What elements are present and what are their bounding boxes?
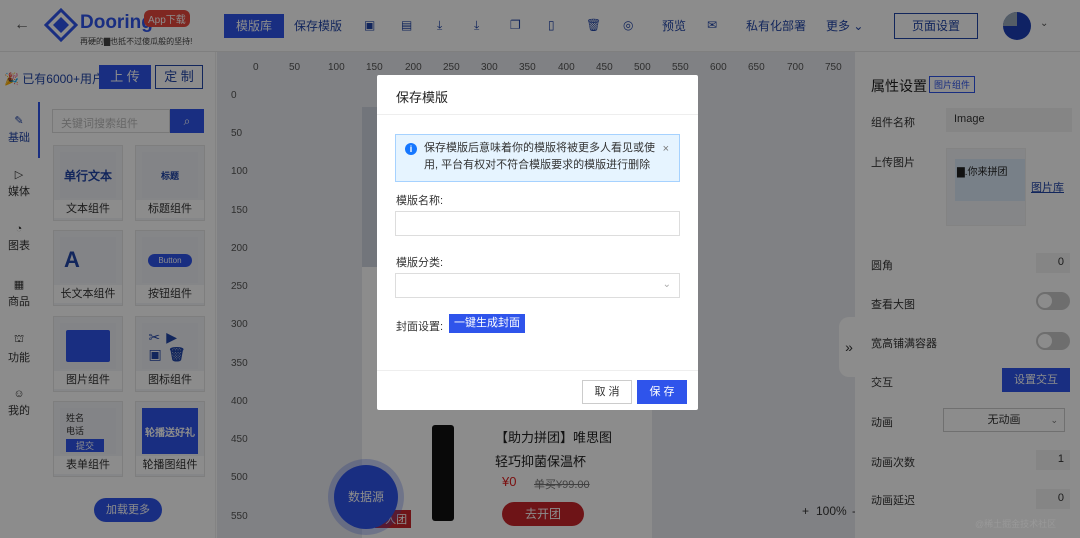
- info-alert: i 保存模版后意味着你的模版将被更多人看见或使用, 平台有权对不符合模版要求的模…: [395, 134, 680, 182]
- save-template-modal: 保存模版 i 保存模版后意味着你的模版将被更多人看见或使用, 平台有权对不符合模…: [377, 75, 698, 410]
- watermark: @稀土掘金技术社区: [975, 519, 1057, 529]
- cancel-button[interactable]: 取 消: [582, 380, 632, 404]
- template-name-label: 模版名称:: [396, 195, 444, 207]
- template-category-label: 模版分类:: [396, 257, 444, 269]
- cover-settings-label: 封面设置:: [396, 321, 444, 333]
- modal-title: 保存模版: [396, 90, 449, 105]
- chevron-down-icon: ⌄: [662, 279, 671, 290]
- save-button[interactable]: 保 存: [637, 380, 687, 404]
- template-category-select[interactable]: ⌄: [395, 273, 680, 298]
- template-name-input[interactable]: [395, 211, 680, 236]
- modal-header: 保存模版: [377, 75, 698, 115]
- alert-text: 保存模版后意味着你的模版将被更多人看见或使用, 平台有权对不符合模版要求的模版进…: [424, 142, 655, 171]
- close-icon[interactable]: ×: [663, 141, 669, 158]
- info-icon: i: [405, 143, 417, 155]
- generate-cover-button[interactable]: 一键生成封面: [449, 314, 525, 333]
